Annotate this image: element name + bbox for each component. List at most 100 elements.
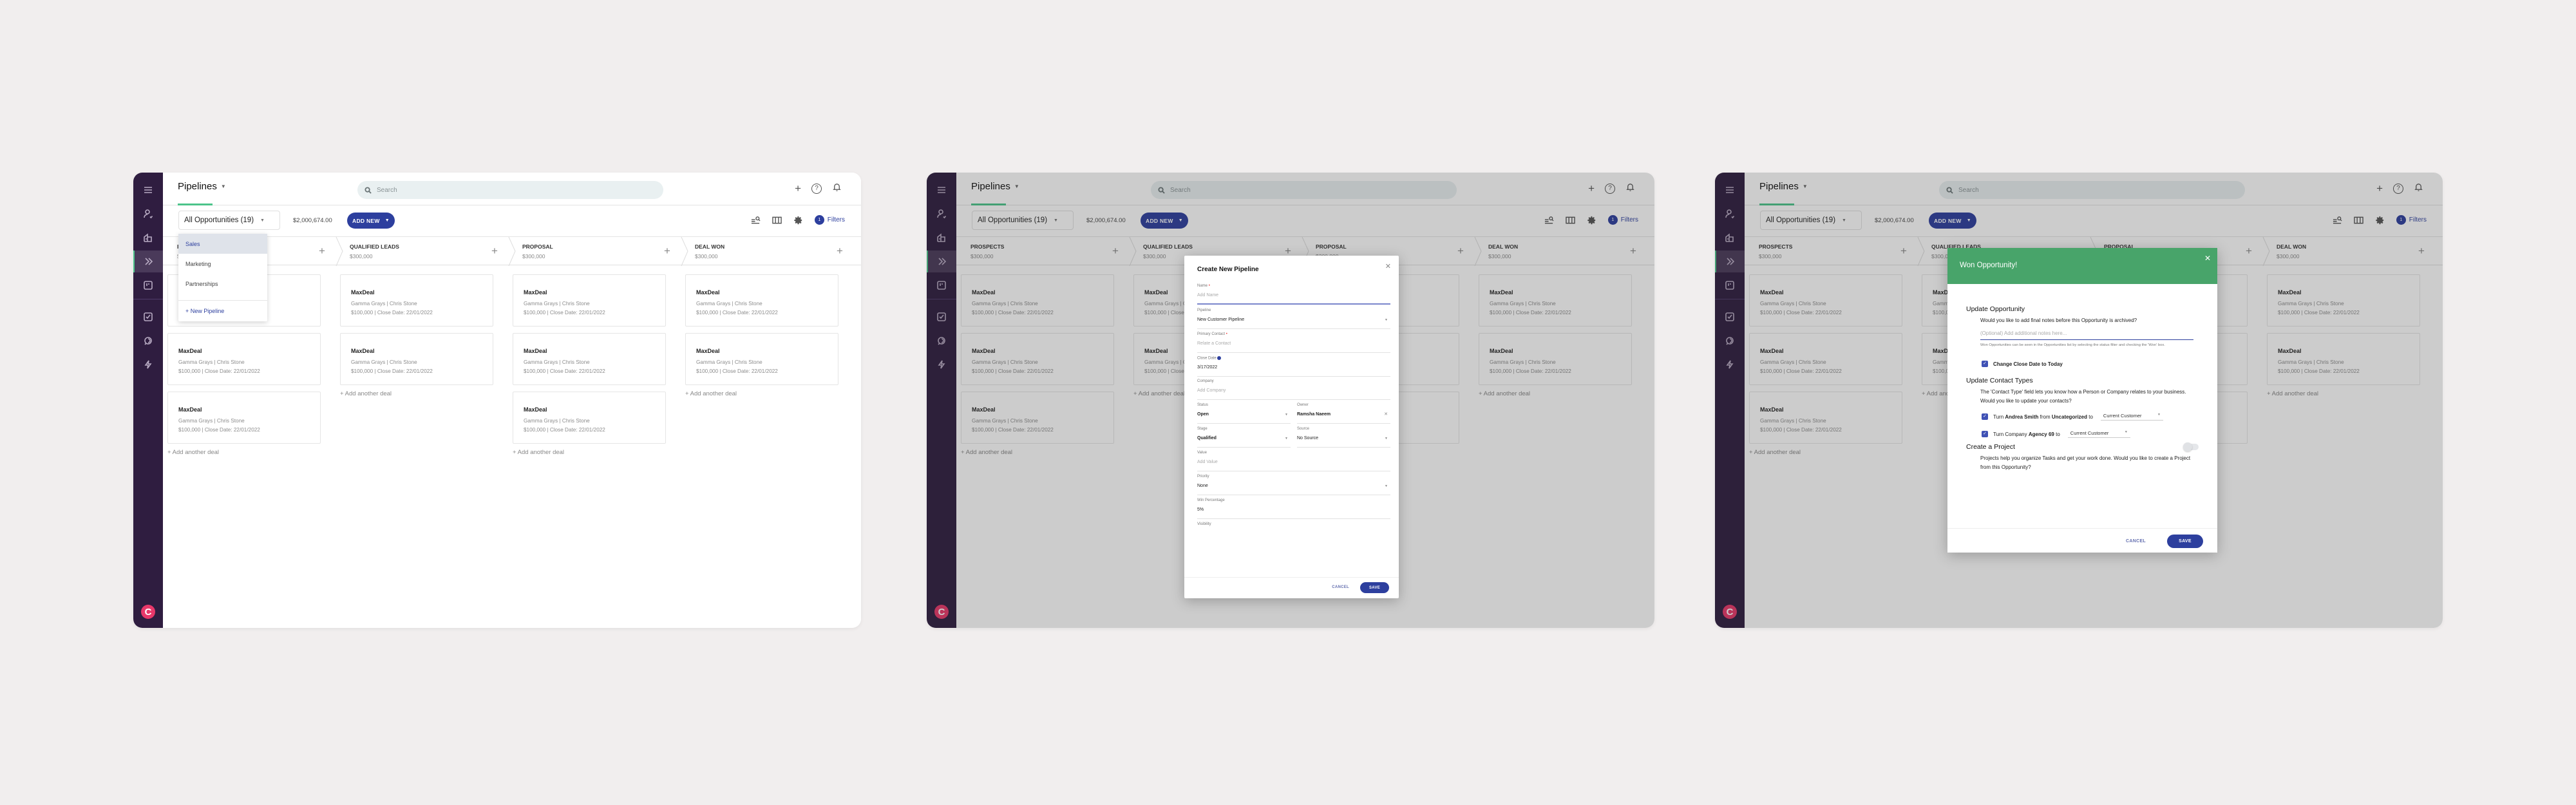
deal-card[interactable]: MaxDeal Gamma Grays | Chris Stone $100,0… <box>513 333 666 385</box>
company-contact-type-row: ✓ Turn Company Agency 69 to Current Cust… <box>1982 430 2130 438</box>
row-text: to <box>2088 413 2093 420</box>
save-button[interactable]: SAVE <box>1360 582 1389 593</box>
app-logo[interactable]: C <box>141 605 155 619</box>
deal-card[interactable]: MaxDeal Gamma Grays | Chris Stone $100,0… <box>167 392 321 444</box>
field-value: Add Value <box>1197 460 1218 464</box>
deal-card[interactable]: MaxDeal Gamma Grays | Chris Stone $100,0… <box>340 333 493 385</box>
search-icon <box>365 186 372 194</box>
new-pipeline-button[interactable]: + New Pipeline <box>178 301 267 321</box>
add-deal-plus-icon[interactable]: + <box>491 245 498 258</box>
cancel-button[interactable]: CANCEL <box>2126 539 2146 544</box>
value-field[interactable]: Value Add Value <box>1197 451 1390 471</box>
add-another-deal-link[interactable]: + Add another deal <box>167 449 321 456</box>
help-icon[interactable]: ? <box>811 184 822 194</box>
company-contact-type-checkbox[interactable]: ✓ <box>1982 431 1988 437</box>
priority-select[interactable]: Priority None ▼ <box>1197 475 1390 495</box>
companies-icon[interactable] <box>133 227 163 249</box>
status-select[interactable]: Status Open ▼ <box>1197 403 1291 424</box>
bell-icon[interactable] <box>832 182 842 195</box>
deal-card[interactable]: MaxDeal Gamma Grays | Chris Stone $100,0… <box>340 274 493 327</box>
row-text: from <box>2040 413 2050 420</box>
close-icon[interactable]: ✕ <box>1385 262 1391 270</box>
add-another-deal-link[interactable]: + Add another deal <box>513 449 666 456</box>
name-field[interactable]: Name • Add Name <box>1197 284 1390 305</box>
change-close-date-checkbox[interactable]: ✓ <box>1982 361 1988 367</box>
pipeline-select[interactable]: Pipeline New Customer Pipeline ▼ <box>1197 308 1390 329</box>
deal-card[interactable]: MaxDeal Gamma Grays | Chris Stone $100,0… <box>513 392 666 444</box>
plus-icon[interactable]: + <box>795 182 801 195</box>
search-list-icon[interactable] <box>751 216 761 225</box>
gear-icon[interactable] <box>793 216 803 225</box>
columns-icon[interactable] <box>772 216 782 225</box>
owner-field[interactable]: Owner Ramsha Naeem ✕ <box>1297 403 1390 424</box>
person-contact-type-select[interactable]: Current Customer ▼ <box>2100 413 2163 421</box>
add-deal-plus-icon[interactable]: + <box>319 245 325 258</box>
main-area: Pipelines ▼ Search + ? All Opportunities… <box>163 173 861 628</box>
stage-name: PROPOSAL <box>522 243 553 250</box>
deal-value-date: $100,000 | Close Date: 22/01/2022 <box>178 427 260 433</box>
update-contact-types-title: Update Contact Types <box>1966 377 2033 384</box>
pipeline-option[interactable]: Marketing <box>178 254 267 274</box>
primary-contact-field[interactable]: Primary Contact • Relate a Contact <box>1197 332 1390 353</box>
cancel-button[interactable]: CANCEL <box>1332 585 1349 589</box>
field-label: Status <box>1197 403 1209 407</box>
add-deal-plus-icon[interactable]: + <box>837 245 843 258</box>
add-another-deal-link[interactable]: + Add another deal <box>340 390 493 397</box>
person-contact-type-checkbox[interactable]: ✓ <box>1982 413 1988 420</box>
pipeline-option[interactable]: Partnerships <box>178 274 267 294</box>
panel-pipeline-dropdown: C Pipelines ▼ Search + ? All Opportuniti… <box>133 173 861 628</box>
stage-header-row: PROSPECTS $300,000 +QUALIFIED LEADS $300… <box>163 236 861 267</box>
create-project-text: Projects help you organize Tasks and get… <box>1980 455 2191 470</box>
win-percentage-field[interactable]: Win Percentage 5% <box>1197 498 1390 519</box>
select-value: Current Customer <box>2103 413 2142 419</box>
projects-icon[interactable] <box>133 274 163 296</box>
final-notes-input[interactable]: (Optional) Add additional notes here... <box>1980 328 2193 340</box>
add-new-button[interactable]: ADD NEW ▼ <box>347 213 395 229</box>
clear-icon[interactable]: ✕ <box>1384 412 1388 417</box>
from-contact-type: Uncategorized <box>2051 413 2087 420</box>
field-label: Stage <box>1197 427 1208 431</box>
row-text: to <box>2056 431 2060 437</box>
close-icon[interactable]: ✕ <box>2204 254 2211 263</box>
stage-amount: $300,000 <box>695 253 718 260</box>
source-select[interactable]: Source No Source ▼ <box>1297 427 1390 448</box>
total-value: $2,000,674.00 <box>293 217 332 224</box>
won-opportunity-modal: Won Opportunity! ✕ Update Opportunity Wo… <box>1947 248 2217 553</box>
stage-chevron-divider <box>336 236 343 267</box>
search-input[interactable]: Search <box>357 181 663 199</box>
field-label: Primary Contact <box>1197 332 1226 336</box>
pipelines-icon[interactable] <box>133 251 163 272</box>
deal-card[interactable]: MaxDeal Gamma Grays | Chris Stone $100,0… <box>685 274 838 327</box>
stage-select[interactable]: Stage Qualified ▼ <box>1197 427 1291 448</box>
contacts-icon[interactable] <box>133 203 163 225</box>
field-label: Company <box>1197 379 1214 383</box>
automation-icon[interactable] <box>133 354 163 375</box>
tasks-icon[interactable] <box>133 306 163 328</box>
deal-company-contact: Gamma Grays | Chris Stone <box>696 301 762 307</box>
close-date-field[interactable]: Close Date 3/17/2022 <box>1197 356 1390 377</box>
chevron-down-icon: ▼ <box>1285 437 1288 440</box>
company-contact-type-select[interactable]: Current Customer ▼ <box>2067 430 2130 438</box>
deal-card[interactable]: MaxDeal Gamma Grays | Chris Stone $100,0… <box>513 274 666 327</box>
add-another-deal-link[interactable]: + Add another deal <box>685 390 838 397</box>
activity-icon[interactable] <box>133 330 163 352</box>
menu-icon[interactable] <box>133 179 163 201</box>
add-deal-plus-icon[interactable]: + <box>664 245 670 258</box>
opportunity-filter-select[interactable]: All Opportunities (19) ▼ <box>178 211 280 230</box>
save-button[interactable]: SAVE <box>2167 535 2203 548</box>
deal-card[interactable]: MaxDeal Gamma Grays | Chris Stone $100,0… <box>685 333 838 385</box>
deal-name: MaxDeal <box>178 348 202 354</box>
pipeline-option[interactable]: Sales <box>178 234 267 254</box>
chevron-down-icon: ▼ <box>1385 484 1388 488</box>
field-value: Open <box>1197 412 1209 417</box>
info-icon[interactable] <box>1217 356 1222 360</box>
create-project-toggle[interactable] <box>2183 442 2199 451</box>
deal-card[interactable]: MaxDeal Gamma Grays | Chris Stone $100,0… <box>167 333 321 385</box>
toolbar-icons: 1 Filters <box>751 215 845 225</box>
chevron-down-icon: ▼ <box>1285 413 1288 417</box>
stage-header: DEAL WON $300,000 + <box>695 237 843 266</box>
stage-column: MaxDeal Gamma Grays | Chris Stone $100,0… <box>513 274 666 456</box>
page-title[interactable]: Pipelines ▼ <box>178 181 226 192</box>
filters-button[interactable]: 1 Filters <box>814 215 845 225</box>
company-field[interactable]: Company Add Company <box>1197 379 1390 400</box>
